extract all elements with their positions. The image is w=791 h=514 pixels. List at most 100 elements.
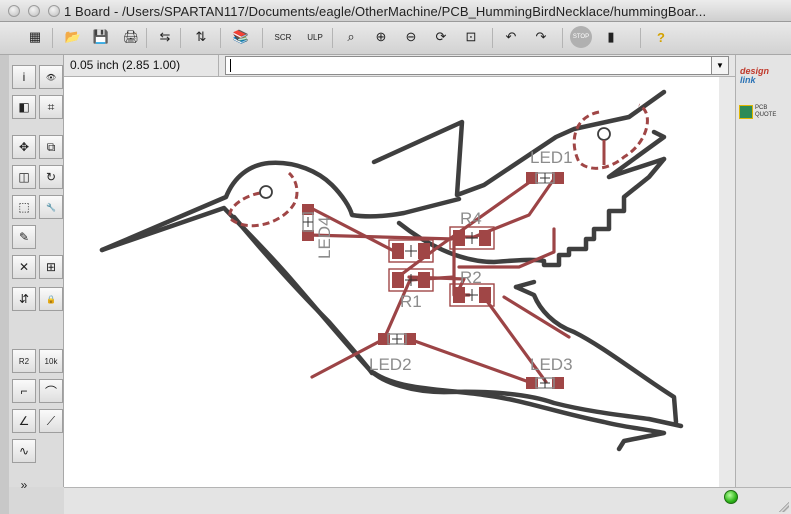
help-icon[interactable]: ? [650,26,672,48]
info-icon[interactable]: i [12,65,36,89]
undo-icon[interactable]: ↶ [500,26,522,48]
show-icon[interactable]: 👁 [39,65,63,89]
window-titlebar: 1 Board - /Users/SPARTAN117/Documents/ea… [0,0,791,22]
pcb-quote-button[interactable]: PCB QUOTE [739,105,776,119]
background-window-edge [0,55,9,514]
command-bar: 0.05 inch (2.85 1.00) ▼ [64,55,735,77]
toolbar-separator [332,28,333,48]
close-window-button[interactable] [8,5,20,17]
switch-sch-icon[interactable]: ⇅ [190,26,212,48]
zoom-out-icon[interactable]: ⊖ [400,26,422,48]
outline-underside [371,370,667,452]
designlink-label-b: link [740,75,756,85]
board-drawing[interactable]: LED1 R4 R2 R1 LED2 LED3 LED4 [64,77,735,487]
minimize-window-button[interactable] [28,5,40,17]
designlink-button[interactable]: design link [740,67,769,85]
value-icon[interactable]: 10k [39,349,63,373]
display-icon[interactable]: ◧ [12,95,36,119]
library-icon[interactable]: 📚 [230,26,252,48]
component-led1[interactable] [526,172,564,184]
pcb-quote-label-b: QUOTE [755,112,777,118]
tool-palette: i 👁 ◧ ⌗ ✥ ⧉ ◫ ↻ ⬚ 🔧 ✎ ✕ ⊞ ⇵ 🔒 R2 10k ⌐ ⌒ ∠ ⟋ ∿» [9,55,64,492]
grid-icon[interactable]: ▦ [24,26,46,48]
main-toolbar: ▦ 📂 💾 🖨 ⇆ ⇅ 📚 SCR ULP ⌕ ⊕ ⊖ ⟳ ⊡ ↶ ↷ STOP ▮? [0,22,791,55]
component-r4[interactable] [449,226,495,250]
label-r1: R1 [400,292,422,311]
window-title: 1 Board - /Users/SPARTAN117/Documents/ea… [64,4,707,19]
text-caret [230,59,231,72]
stop-icon[interactable]: STOP [570,26,592,48]
change-icon[interactable]: 🔧 [39,195,63,219]
print-icon[interactable]: 🖨 [120,26,142,48]
mark-icon[interactable]: ⌗ [39,95,63,119]
right-panel: design link PCB QUOTE [735,55,791,487]
pcb-icon [739,105,753,119]
component-led2[interactable] [378,333,416,345]
toolbar-separator [220,28,221,48]
route-icon[interactable]: ∠ [12,409,36,433]
label-led1: LED1 [530,148,573,167]
trace-5 [452,177,556,239]
ulp-icon[interactable]: ULP [304,26,326,48]
toolbar-separator [52,28,53,48]
component-led3[interactable] [526,377,564,389]
command-history-dropdown[interactable]: ▼ [711,57,728,74]
component-r2[interactable] [449,283,495,307]
board-canvas[interactable]: LED1 R4 R2 R1 LED2 LED3 LED4 [64,77,735,487]
miter-icon[interactable]: ⌐ [12,379,36,403]
status-ready-icon [724,490,738,504]
lock-icon[interactable]: 🔒 [39,287,63,311]
toolbar-separator [562,28,563,48]
zoom-redraw-icon[interactable]: ⟳ [430,26,452,48]
hole-tail [597,127,611,141]
canvas-margin [719,77,735,487]
add-icon[interactable]: ⊞ [39,255,63,279]
zoom-in-icon[interactable]: ⊕ [370,26,392,48]
paste-icon[interactable]: ✎ [12,225,36,249]
toolbar-separator [262,28,263,48]
label-led2: LED2 [369,355,412,374]
label-led4: LED4 [315,216,334,259]
split-icon[interactable]: ⌒ [39,379,63,403]
zoom-select-icon[interactable]: ⊡ [460,26,482,48]
ripup-icon[interactable]: ⟋ [39,409,63,433]
delete-icon[interactable]: ✕ [12,255,36,279]
keepout-head [228,171,299,228]
label-led3: LED3 [530,355,573,374]
toolbar-separator [640,28,641,48]
zoom-fit-icon[interactable]: ⌕ [340,26,362,48]
move-icon[interactable]: ✥ [12,135,36,159]
save-icon[interactable]: 💾 [90,26,112,48]
component-r1[interactable] [388,268,434,292]
rotate-icon[interactable]: ↻ [39,165,63,189]
group-icon[interactable]: ⬚ [12,195,36,219]
zoom-window-button[interactable] [48,5,60,17]
mirror-icon[interactable]: ◫ [12,165,36,189]
hole-head [259,185,273,199]
component-r3[interactable] [388,239,434,263]
open-icon[interactable]: 📂 [62,26,84,48]
component-led4[interactable] [302,204,314,241]
wire-icon[interactable]: ∿ [12,439,36,463]
board-outline [99,89,684,452]
outline-tail-upper [513,279,537,290]
trace-10 [407,337,531,384]
redo-icon[interactable]: ↷ [530,26,552,48]
pcb-quote-label-a: PCB [755,105,768,111]
script-icon[interactable]: SCR [272,26,294,48]
resize-grip[interactable] [779,502,789,512]
drc-icon[interactable]: ▮ [600,26,622,48]
label-r4: R4 [460,209,482,228]
copy-icon[interactable]: ⧉ [39,135,63,159]
replace-icon[interactable]: ⇵ [12,287,36,311]
coordinate-readout: 0.05 inch (2.85 1.00) [64,55,219,76]
cam-icon[interactable]: ⇆ [154,26,176,48]
toolbar-separator [492,28,493,48]
smash-icon[interactable]: R2 [12,349,36,373]
outline-upper-wing [371,89,667,198]
command-input[interactable]: ▼ [225,56,729,75]
toolbar-separator [146,28,147,48]
more-icon[interactable]: » [12,473,36,497]
status-bar [64,487,791,514]
toolbar-separator [180,28,181,48]
